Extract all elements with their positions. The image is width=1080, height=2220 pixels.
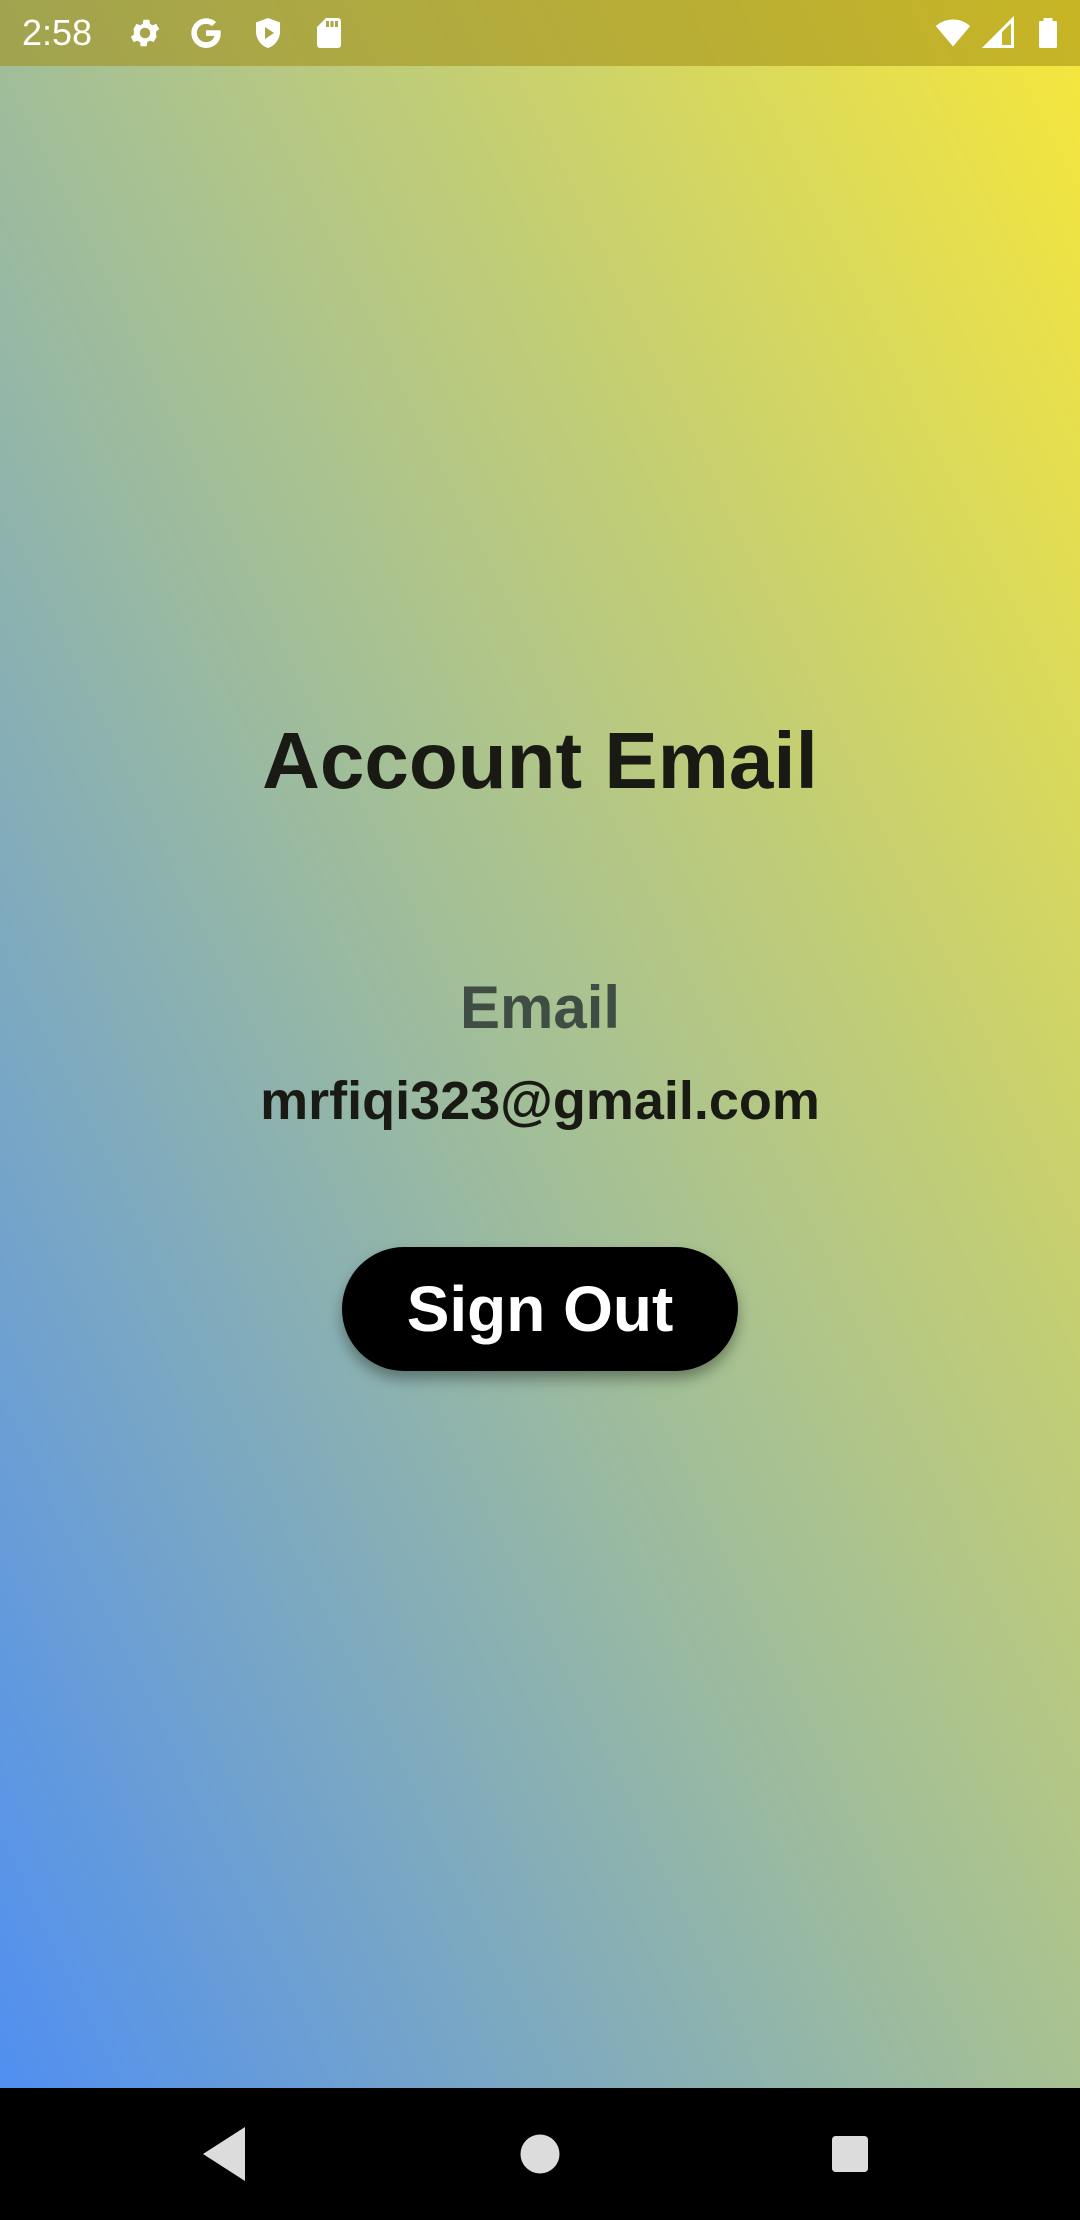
gear-icon <box>127 15 163 51</box>
sd-card-icon <box>311 15 347 51</box>
email-label: Email <box>459 974 621 1041</box>
wifi-icon <box>935 15 971 51</box>
recents-icon[interactable] <box>814 2118 886 2190</box>
account-screen: 2:58 Account Email Email mrfiqi323@gmail… <box>0 0 1080 2220</box>
email-value: mrfiqi323@gmail.com <box>260 1071 820 1131</box>
back-icon[interactable] <box>191 2118 263 2190</box>
page-title: Account Email <box>262 716 818 805</box>
signal-icon <box>981 15 1017 51</box>
shield-play-icon <box>250 15 286 51</box>
status-time: 2:58 <box>22 12 93 53</box>
home-icon[interactable] <box>504 2118 576 2190</box>
status-bar: 2:58 <box>0 0 1080 66</box>
navigation-bar <box>0 2088 1080 2220</box>
battery-icon <box>1030 15 1066 51</box>
google-icon <box>188 15 224 51</box>
sign-out-button[interactable]: Sign Out <box>342 1247 738 1371</box>
